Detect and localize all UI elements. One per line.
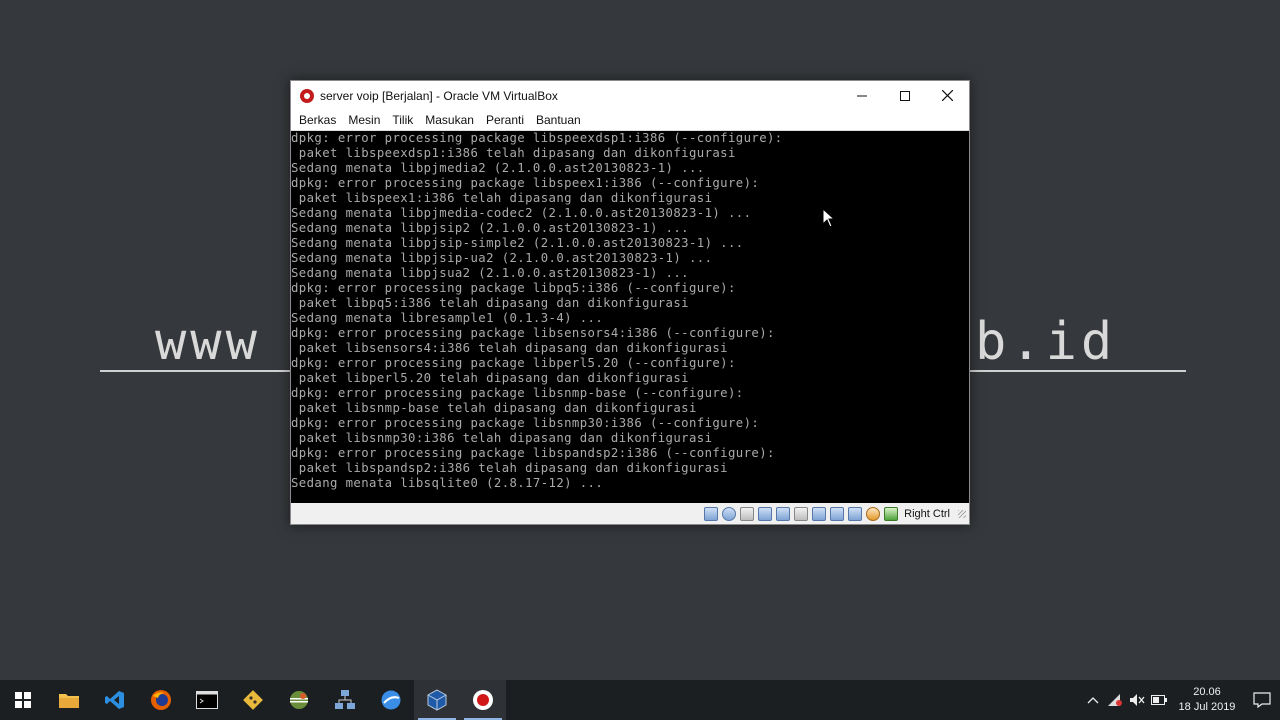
wallpaper-text-right: b.id [975, 312, 1117, 372]
firefox-icon [151, 690, 171, 710]
console-line: paket libspeexdsp1:i386 telah dipasang d… [291, 146, 736, 160]
taskbar-terminal[interactable] [184, 680, 230, 720]
taskbar-virtualbox[interactable] [414, 680, 460, 720]
status-bar: Right Ctrl [291, 504, 969, 524]
taskbar-eclipse[interactable] [276, 680, 322, 720]
display-icon[interactable] [812, 507, 827, 521]
console-line: dpkg: error processing package libperl5.… [291, 356, 736, 370]
clock-date: 18 Jul 2019 [1178, 701, 1236, 713]
menu-masukan[interactable]: Masukan [419, 113, 480, 127]
console-line: paket libpq5:i386 telah dipasang dan dik… [291, 296, 689, 310]
menu-mesin[interactable]: Mesin [342, 113, 386, 127]
console-line: paket libsnmp30:i386 telah dipasang dan … [291, 431, 713, 445]
network-status-button[interactable] [1104, 680, 1126, 720]
mouse-cursor-icon [822, 208, 836, 228]
menu-bar: Berkas Mesin Tilik Masukan Peranti Bantu… [291, 110, 969, 131]
console-line: paket libsnmp-base telah dipasang dan di… [291, 401, 697, 415]
resize-grip[interactable] [958, 510, 966, 518]
console-line: dpkg: error processing package libsnmp-b… [291, 386, 744, 400]
network-tool-icon [335, 690, 355, 709]
console-line: dpkg: error processing package libpq5:i3… [291, 281, 736, 295]
menu-tilik[interactable]: Tilik [386, 113, 419, 127]
taskbar-file-explorer[interactable] [46, 680, 92, 720]
console-line: dpkg: error processing package libsensor… [291, 326, 775, 340]
console-line: paket libsensors4:i386 telah dipasang da… [291, 341, 728, 355]
folder-icon [59, 694, 79, 708]
window-title: server voip [Berjalan] - Oracle VM Virtu… [320, 88, 558, 103]
console-line: dpkg: error processing package libspeex1… [291, 176, 760, 190]
taskbar-git[interactable] [230, 680, 276, 720]
terminal-icon [196, 691, 218, 709]
vscode-icon [105, 691, 124, 709]
close-icon [942, 90, 953, 101]
network-disconnected-icon [1108, 694, 1122, 706]
show-hidden-icons-button[interactable] [1082, 680, 1104, 720]
mouse-integration-icon[interactable] [866, 507, 881, 521]
start-button[interactable] [0, 680, 46, 720]
console-line: Sedang menata libpjsip2 (2.1.0.0.ast2013… [291, 221, 689, 235]
taskbar-screen-recorder[interactable] [460, 680, 506, 720]
system-tray: 20.06 18 Jul 2019 [1082, 680, 1280, 720]
console-line: dpkg: error processing package libspeexd… [291, 131, 783, 145]
menu-peranti[interactable]: Peranti [480, 113, 530, 127]
volume-button[interactable] [1126, 680, 1148, 720]
taskbar: 20.06 18 Jul 2019 [0, 680, 1280, 720]
menu-bantuan[interactable]: Bantuan [530, 113, 587, 127]
console-line: Sedang menata libsqlite0 (2.8.17-12) ... [291, 476, 604, 490]
video-capture-icon[interactable] [830, 507, 845, 521]
globe-icon [381, 690, 401, 710]
taskbar-network-tool[interactable] [322, 680, 368, 720]
console-line: paket libspeex1:i386 telah dipasang dan … [291, 191, 713, 205]
debian-app-icon [300, 88, 314, 103]
console-line: Sedang menata libpjmedia2 (2.1.0.0.ast20… [291, 161, 705, 175]
eclipse-icon [290, 691, 308, 709]
hard-disk-icon[interactable] [704, 507, 719, 521]
usb-icon[interactable] [776, 507, 791, 521]
console-line: dpkg: error processing package libsnmp30… [291, 416, 760, 430]
maximize-icon [899, 90, 910, 101]
record-icon [473, 690, 493, 710]
action-center-button[interactable] [1244, 680, 1280, 720]
virtualbox-icon [427, 689, 447, 711]
minimize-icon [856, 95, 867, 96]
taskbar-vscode[interactable] [92, 680, 138, 720]
clock-time: 20.06 [1193, 686, 1221, 698]
network-icon[interactable] [758, 507, 773, 521]
vm-console[interactable]: dpkg: error processing package libspeexd… [291, 131, 969, 503]
minimize-button[interactable] [840, 81, 883, 110]
console-line: Sedang menata libpjsip-ua2 (2.1.0.0.ast2… [291, 251, 713, 265]
speaker-muted-icon [1130, 694, 1145, 706]
host-key-label: Right Ctrl [904, 508, 950, 520]
console-output: dpkg: error processing package libspeexd… [291, 131, 969, 491]
console-line: dpkg: error processing package libspands… [291, 446, 775, 460]
wallpaper-text-left: www [155, 312, 261, 372]
battery-icon [1151, 695, 1167, 705]
git-icon [243, 690, 263, 710]
console-line: Sedang menata libresample1 (0.1.3-4) ... [291, 311, 604, 325]
notification-icon [1253, 692, 1271, 708]
chevron-up-icon [1087, 697, 1099, 704]
virtualbox-window: server voip [Berjalan] - Oracle VM Virtu… [290, 80, 970, 525]
keyboard-capture-icon[interactable] [884, 507, 899, 521]
title-bar[interactable]: server voip [Berjalan] - Oracle VM Virtu… [291, 81, 969, 110]
audio-icon[interactable] [740, 507, 755, 521]
shared-folders-icon[interactable] [794, 507, 809, 521]
clock[interactable]: 20.06 18 Jul 2019 [1176, 685, 1238, 715]
taskbar-firefox[interactable] [138, 680, 184, 720]
console-line: paket libperl5.20 telah dipasang dan dik… [291, 371, 689, 385]
optical-drive-icon[interactable] [722, 507, 737, 521]
guest-additions-icon[interactable] [848, 507, 863, 521]
taskbar-browser[interactable] [368, 680, 414, 720]
window-controls [840, 81, 969, 110]
console-line: Sedang menata libpjmedia-codec2 (2.1.0.0… [291, 206, 752, 220]
console-line: Sedang menata libpjsua2 (2.1.0.0.ast2013… [291, 266, 689, 280]
maximize-button[interactable] [883, 81, 926, 110]
console-line: paket libspandsp2:i386 telah dipasang da… [291, 461, 728, 475]
battery-button[interactable] [1148, 680, 1170, 720]
menu-berkas[interactable]: Berkas [293, 113, 342, 127]
windows-logo-icon [15, 692, 31, 708]
console-line: Sedang menata libpjsip-simple2 (2.1.0.0.… [291, 236, 744, 250]
close-button[interactable] [926, 81, 969, 110]
